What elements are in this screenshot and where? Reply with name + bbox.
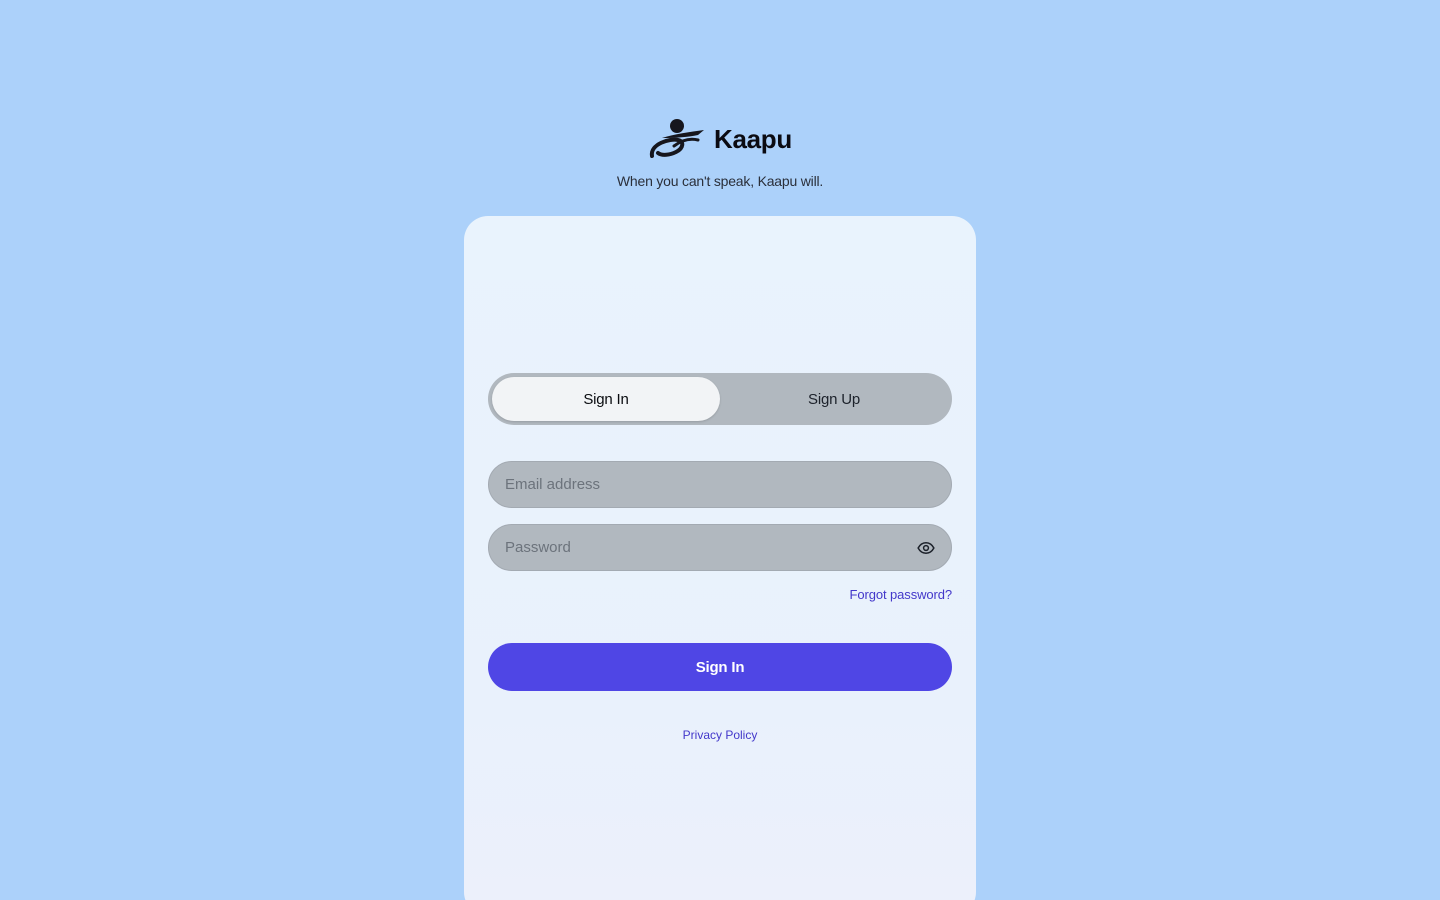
kaapu-logo-icon (650, 119, 705, 158)
eye-icon[interactable] (917, 539, 935, 557)
tab-sign-in[interactable]: Sign In (492, 377, 720, 421)
auth-tab-switcher: Sign In Sign Up (488, 373, 952, 425)
password-input[interactable] (489, 525, 951, 570)
password-field-container (488, 524, 952, 571)
privacy-policy-link[interactable]: Privacy Policy (464, 728, 976, 742)
auth-card: Sign In Sign Up Forgot password? Sign In… (464, 216, 976, 900)
brand-header: Kaapu (0, 116, 1440, 162)
brand-tagline: When you can't speak, Kaapu will. (616, 173, 824, 189)
email-input[interactable] (489, 462, 951, 507)
forgot-password-link[interactable]: Forgot password? (850, 587, 953, 602)
email-field-container (488, 461, 952, 508)
tab-sign-up[interactable]: Sign Up (720, 377, 948, 421)
brand-name: Kaapu (714, 123, 792, 154)
sign-in-button[interactable]: Sign In (488, 643, 952, 691)
login-page: Kaapu When you can't speak, Kaapu will. … (0, 0, 1440, 900)
